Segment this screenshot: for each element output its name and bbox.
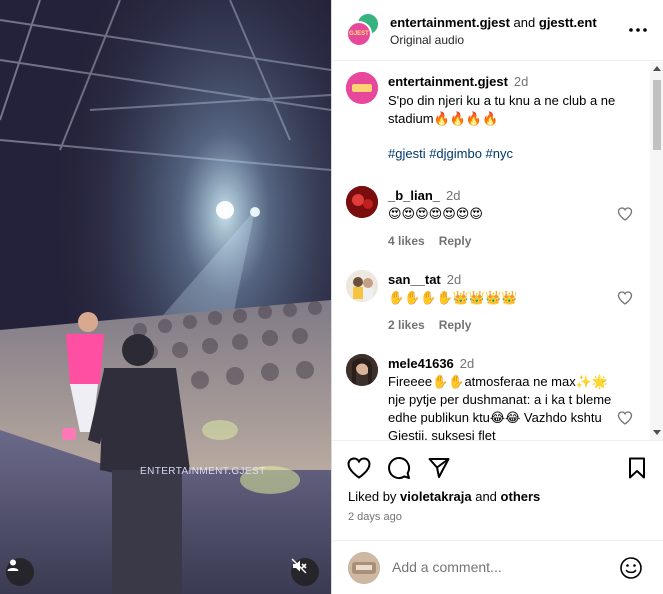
add-comment-bar (332, 540, 663, 594)
comment-time: 2d (459, 356, 475, 371)
post-header: GJEST entertainment.gjest and gjestt.ent… (332, 0, 663, 61)
smiley-icon (620, 557, 642, 579)
more-dots-icon (629, 28, 647, 32)
more-options-button[interactable] (628, 20, 648, 40)
post-actions: Liked by violetakraja and others 2 days … (332, 440, 663, 540)
concert-scene (0, 0, 331, 594)
paper-plane-icon (428, 458, 450, 478)
liked-by-summary: Liked by violetakraja and others (348, 489, 540, 504)
comment-text: Fireeee✋✋atmosferaa ne max✨🌟 nje pytje p… (388, 374, 612, 440)
comment-likes[interactable]: 4 likes (388, 234, 425, 248)
comment-time: 2d (446, 272, 462, 287)
scroll-up-arrow-icon[interactable] (653, 66, 661, 71)
post-authors: entertainment.gjest and gjestt.ent (390, 15, 597, 30)
authors-connector: and (513, 15, 536, 30)
add-comment-input[interactable] (392, 559, 602, 575)
caption-username[interactable]: entertainment.gjest (388, 74, 508, 89)
avatar-photo (348, 552, 380, 584)
comment-avatar[interactable] (346, 270, 378, 302)
scrollbar-thumb[interactable] (653, 80, 661, 150)
comment-reply-button[interactable]: Reply (439, 234, 472, 248)
avatar-photo (346, 270, 378, 302)
avatar-photo (346, 354, 378, 386)
post-timestamp[interactable]: 2 days ago (348, 511, 402, 523)
bookmark-icon (629, 457, 645, 479)
comments-list[interactable]: entertainment.gjest 2d S'po din njeri ku … (332, 62, 663, 440)
caption-header: entertainment.gjest 2d (388, 74, 528, 89)
like-comment-heart-icon[interactable] (617, 410, 633, 426)
collaborator-username-link[interactable]: gjestt.ent (539, 15, 597, 30)
author-avatar[interactable]: GJEST (346, 21, 372, 47)
liked-by-prefix: Liked by (348, 489, 397, 504)
comment-button[interactable] (386, 455, 412, 481)
comment-reply-button[interactable]: Reply (439, 318, 472, 332)
comment-meta: 4 likes Reply (388, 234, 485, 248)
caption-hashtags[interactable]: #gjesti #djgimbo #nyc (388, 145, 623, 163)
like-button[interactable] (346, 455, 372, 481)
comment-bubble-icon (388, 457, 411, 479)
scroll-down-arrow-icon[interactable] (653, 430, 661, 435)
author-avatars[interactable]: GJEST (346, 12, 382, 48)
user-icon (7, 559, 19, 571)
comment-avatar[interactable] (346, 186, 378, 218)
gjest-logo-icon (346, 72, 378, 104)
heart-icon (347, 457, 371, 479)
comment-username[interactable]: _b_lian_ (388, 188, 440, 203)
comment-text: 😍😍😍😍😍😍😍 (388, 206, 483, 221)
comment-username[interactable]: mele41636 (388, 356, 454, 371)
comment-text: ✋✋✋✋👑👑👑👑 (388, 290, 518, 305)
comment-meta: 2 likes Reply (388, 318, 485, 332)
share-button[interactable] (426, 455, 452, 481)
avatar-photo (346, 186, 378, 218)
comment-time: 2d (446, 188, 461, 203)
like-comment-heart-icon[interactable] (617, 206, 633, 222)
caption-text: S'po din njeri ku a tu knu a ne club a n… (388, 93, 616, 126)
caption-avatar[interactable] (346, 72, 378, 104)
mute-toggle-button[interactable] (291, 558, 319, 586)
liked-by-others-link[interactable]: others (501, 489, 541, 504)
emoji-picker-button[interactable] (619, 556, 643, 580)
comment-avatar[interactable] (346, 354, 378, 386)
comment-header: san__tat 2d (388, 272, 461, 287)
muted-speaker-icon (291, 558, 307, 574)
comment-username[interactable]: san__tat (388, 272, 441, 287)
liked-by-user-link[interactable]: violetakraja (400, 489, 472, 504)
post-video[interactable]: ENTERTAINMENT.GJEST (0, 0, 331, 594)
tagged-users-button[interactable] (6, 558, 34, 586)
video-watermark: ENTERTAINMENT.GJEST (140, 466, 266, 477)
caption-time: 2d (513, 74, 529, 89)
liked-by-and: and (475, 489, 497, 504)
post-details-panel: GJEST entertainment.gjest and gjestt.ent… (331, 0, 663, 594)
comment-header: _b_lian_ 2d (388, 188, 461, 203)
comments-scrollbar[interactable] (650, 62, 663, 440)
comment-header: mele41636 2d (388, 356, 474, 371)
author-username-link[interactable]: entertainment.gjest (390, 15, 510, 30)
save-button[interactable] (624, 455, 650, 481)
comment-likes[interactable]: 2 likes (388, 318, 425, 332)
current-user-avatar[interactable] (348, 552, 380, 584)
audio-link[interactable]: Original audio (390, 33, 464, 47)
like-comment-heart-icon[interactable] (617, 290, 633, 306)
